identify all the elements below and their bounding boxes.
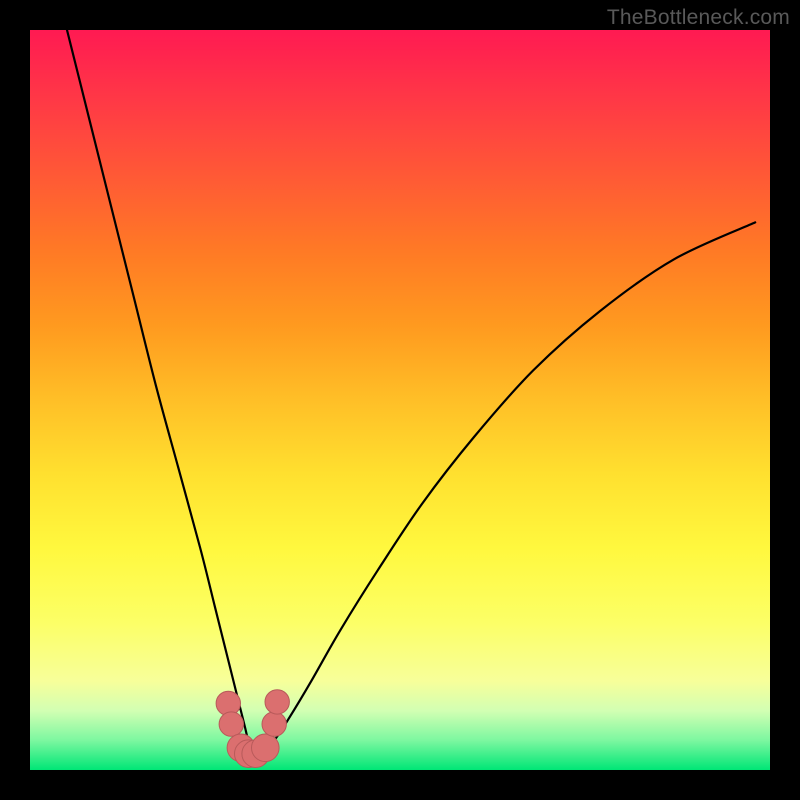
highlight-dot	[262, 712, 286, 736]
curve-layer	[30, 30, 770, 770]
highlight-dot	[219, 712, 243, 736]
bottleneck-curve	[67, 30, 755, 758]
highlight-dots	[216, 690, 289, 768]
watermark-text: TheBottleneck.com	[607, 6, 790, 30]
chart-frame: TheBottleneck.com	[0, 0, 800, 800]
highlight-dot	[265, 690, 289, 714]
plot-area	[30, 30, 770, 770]
highlight-dot	[252, 734, 280, 762]
